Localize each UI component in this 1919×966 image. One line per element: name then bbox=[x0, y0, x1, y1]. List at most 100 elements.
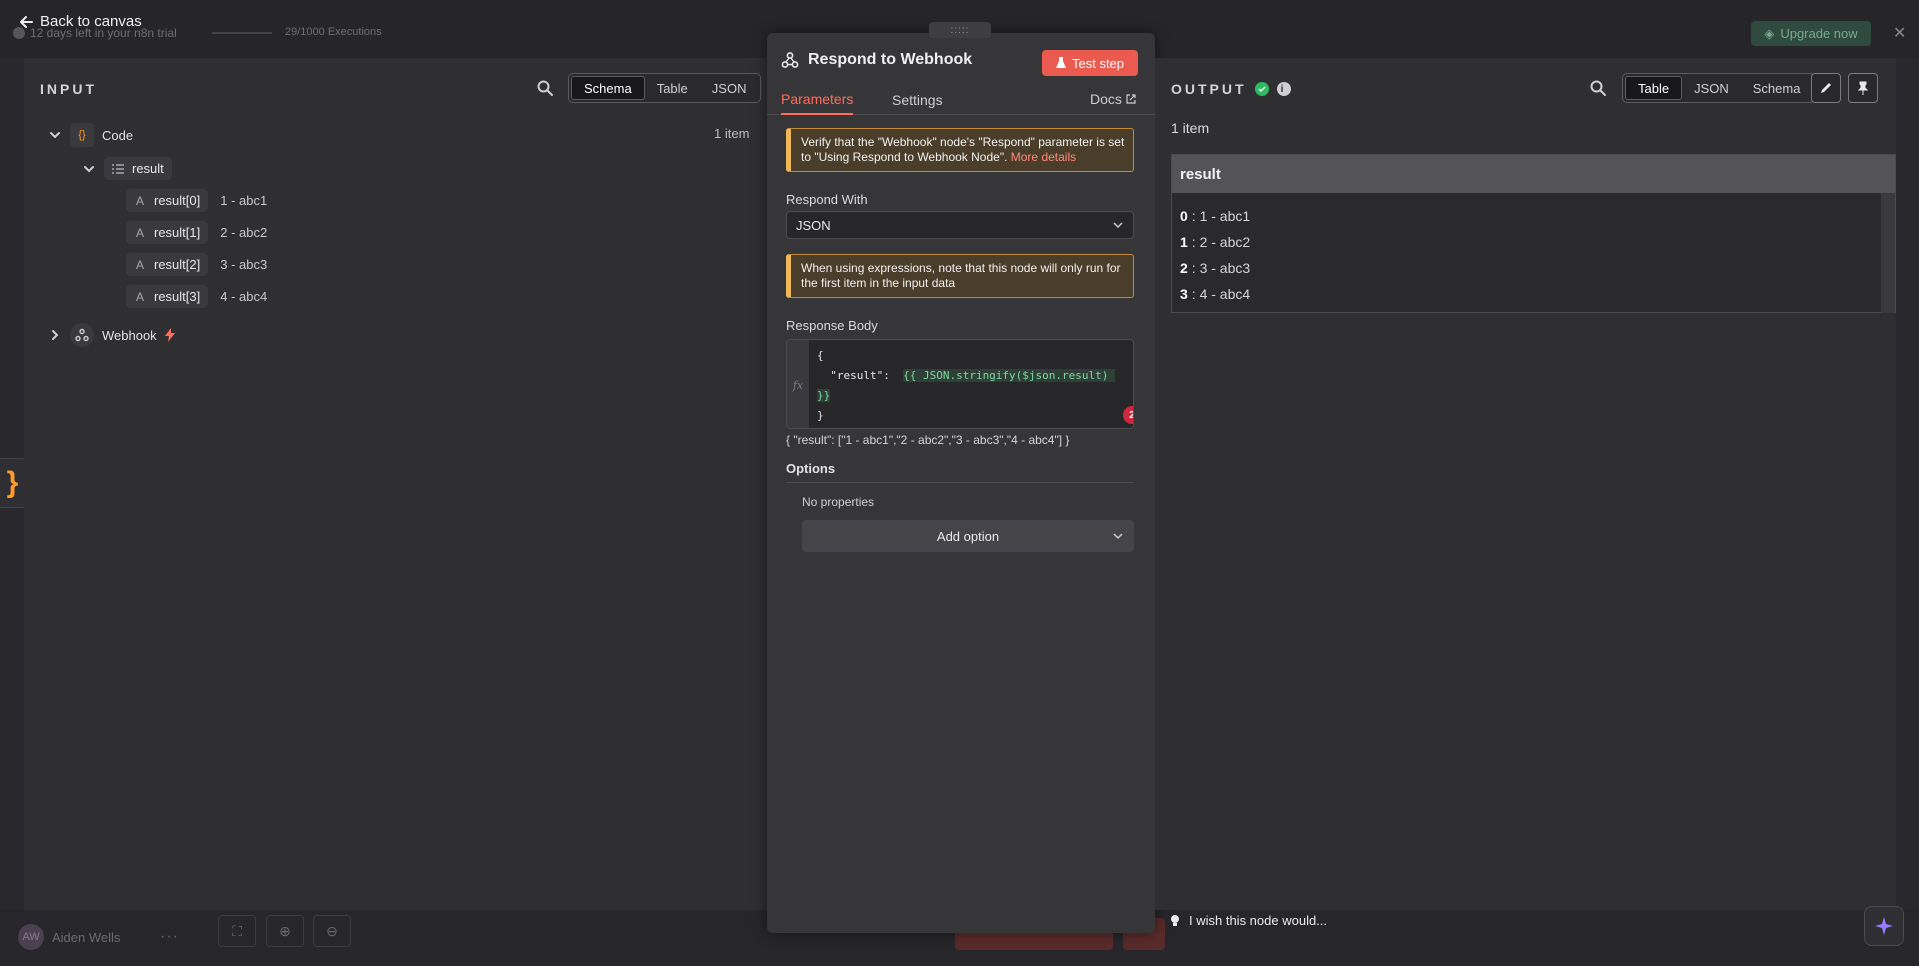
pencil-icon bbox=[1821, 83, 1831, 93]
chevron-down-icon[interactable] bbox=[82, 162, 96, 176]
flask-icon bbox=[1055, 57, 1066, 68]
ai-assistant-button[interactable] bbox=[1864, 906, 1904, 946]
table-scrollbar[interactable] bbox=[1881, 193, 1895, 313]
chevron-down-icon[interactable] bbox=[48, 128, 62, 142]
row-index: 3 bbox=[1180, 286, 1188, 302]
node-title: Respond to Webhook bbox=[781, 51, 972, 69]
add-option-label: Add option bbox=[936, 528, 1000, 544]
code-node-icon: } bbox=[0, 458, 26, 508]
list-item[interactable]: Aresult[1] 2 - abc2 bbox=[126, 221, 267, 244]
respond-with-value: JSON bbox=[796, 217, 831, 233]
row-value: : 4 - abc4 bbox=[1191, 286, 1251, 302]
tab-settings[interactable]: Settings bbox=[892, 85, 943, 115]
code-key: "result": bbox=[817, 369, 904, 382]
error-badge[interactable]: 2 bbox=[1123, 406, 1133, 424]
chevron-right-icon[interactable] bbox=[48, 328, 62, 342]
webhook-icon bbox=[781, 52, 799, 68]
node-title-text: Respond to Webhook bbox=[808, 51, 973, 68]
input-view-schema[interactable]: Schema bbox=[571, 76, 645, 100]
code-icon: {} bbox=[70, 123, 94, 147]
list-item[interactable]: Aresult[2] 3 - abc3 bbox=[126, 253, 267, 276]
respond-with-select[interactable]: JSON bbox=[786, 211, 1134, 239]
success-check-icon bbox=[1254, 82, 1269, 96]
back-to-canvas-button[interactable]: Back to canvas bbox=[19, 13, 142, 30]
upgrade-label: Upgrade now bbox=[1780, 26, 1858, 41]
output-title-group: OUTPUT i bbox=[1171, 81, 1291, 97]
tree-node-webhook-label: Webhook bbox=[102, 327, 157, 343]
string-type-icon: A bbox=[135, 289, 144, 304]
add-option-button[interactable]: Add option bbox=[802, 520, 1134, 552]
code-line: } bbox=[817, 409, 824, 422]
entry-value: 4 - abc4 bbox=[220, 289, 268, 304]
input-view-json[interactable]: JSON bbox=[700, 76, 759, 100]
output-table: result 0: 1 - abc1 1: 2 - abc2 2: 3 - ab… bbox=[1171, 154, 1896, 313]
node-feedback-link[interactable]: I wish this node would... bbox=[1170, 913, 1327, 928]
list-icon bbox=[112, 163, 124, 174]
more-details-link[interactable]: More details bbox=[1011, 150, 1076, 164]
row-value: : 1 - abc1 bbox=[1191, 208, 1251, 224]
input-view-table[interactable]: Table bbox=[645, 76, 700, 100]
code-content[interactable]: { "result": {{ JSON.stringify($json.resu… bbox=[817, 346, 1116, 426]
row-index: 1 bbox=[1180, 234, 1188, 250]
zoom-in-button[interactable]: ⊕ bbox=[266, 915, 304, 947]
output-item-count: 1 item bbox=[1171, 120, 1210, 136]
respond-with-label: Respond With bbox=[786, 192, 868, 207]
pin-output-button[interactable] bbox=[1848, 73, 1878, 103]
input-item-count: 1 item bbox=[714, 126, 750, 141]
code-expression: {{ JSON.stringify($json.result) bbox=[903, 369, 1116, 382]
output-panel: OUTPUT i Table JSON Schema 1 item result… bbox=[1155, 58, 1896, 910]
response-body-label: Response Body bbox=[786, 318, 878, 333]
input-title: INPUT bbox=[40, 81, 97, 97]
string-type-icon: A bbox=[135, 193, 144, 208]
arrow-left-icon bbox=[20, 15, 33, 28]
search-icon[interactable] bbox=[536, 79, 554, 97]
fit-view-button[interactable]: ⛶ bbox=[218, 915, 256, 947]
feedback-text: I wish this node would... bbox=[1189, 913, 1328, 928]
search-icon[interactable] bbox=[1589, 79, 1607, 97]
info-icon[interactable]: i bbox=[1276, 82, 1291, 96]
docs-label: Docs bbox=[1090, 91, 1122, 107]
result-field-label: result bbox=[132, 161, 164, 176]
code-line: { bbox=[817, 349, 824, 362]
table-row: 0: 1 - abc1 bbox=[1180, 203, 1887, 229]
response-body-editor[interactable]: fx { "result": {{ JSON.stringify($json.r… bbox=[786, 339, 1134, 429]
tab-parameters[interactable]: Parameters bbox=[781, 85, 854, 115]
expression-notice: When using expressions, note that this n… bbox=[786, 254, 1134, 298]
back-label: Back to canvas bbox=[40, 13, 142, 30]
tree-node-code[interactable]: {} Code bbox=[48, 123, 133, 147]
result-pill[interactable]: result bbox=[104, 157, 172, 180]
pin-icon bbox=[1857, 81, 1869, 95]
drag-handle-icon[interactable]: ::::: bbox=[929, 22, 991, 38]
close-icon[interactable]: ✕ bbox=[1893, 23, 1906, 43]
tree-field-result[interactable]: result bbox=[82, 157, 172, 180]
code-expression-end: }} bbox=[817, 389, 831, 402]
entry-key: result[1] bbox=[154, 225, 201, 240]
node-parameters-panel: Respond to Webhook Test step Parameters … bbox=[767, 33, 1155, 933]
user-menu[interactable]: AW Aiden Wells bbox=[18, 924, 120, 950]
list-item[interactable]: Aresult[0] 1 - abc1 bbox=[126, 189, 267, 212]
more-icon[interactable]: ··· bbox=[160, 928, 179, 946]
table-row: 2: 3 - abc3 bbox=[1180, 255, 1887, 281]
gem-icon: ◈ bbox=[1764, 25, 1775, 41]
entry-key: result[3] bbox=[154, 289, 201, 304]
respond-parameter-notice: Verify that the "Webhook" node's "Respon… bbox=[786, 128, 1134, 172]
fx-icon: fx bbox=[787, 340, 809, 428]
test-step-button[interactable]: Test step bbox=[1042, 50, 1138, 76]
tree-node-webhook[interactable]: Webhook bbox=[48, 323, 175, 347]
string-type-icon: A bbox=[135, 225, 144, 240]
entry-value: 1 - abc1 bbox=[220, 193, 268, 208]
table-row: 3: 4 - abc4 bbox=[1180, 281, 1887, 307]
zoom-out-button[interactable]: ⊖ bbox=[313, 915, 351, 947]
output-view-table[interactable]: Table bbox=[1625, 76, 1683, 100]
table-row: 1: 2 - abc2 bbox=[1180, 229, 1887, 255]
output-view-switcher: Table JSON Schema bbox=[1622, 73, 1816, 103]
docs-link[interactable]: Docs bbox=[1090, 91, 1136, 107]
output-view-schema[interactable]: Schema bbox=[1741, 76, 1813, 100]
output-view-json[interactable]: JSON bbox=[1682, 76, 1741, 100]
external-link-icon bbox=[1126, 94, 1136, 104]
input-panel: INPUT Schema Table JSON {} Code result A… bbox=[24, 58, 768, 910]
list-item[interactable]: Aresult[3] 4 - abc4 bbox=[126, 285, 267, 308]
upgrade-button[interactable]: ◈ Upgrade now bbox=[1751, 21, 1871, 46]
avatar: AW bbox=[18, 924, 44, 950]
edit-output-button[interactable] bbox=[1811, 73, 1841, 103]
